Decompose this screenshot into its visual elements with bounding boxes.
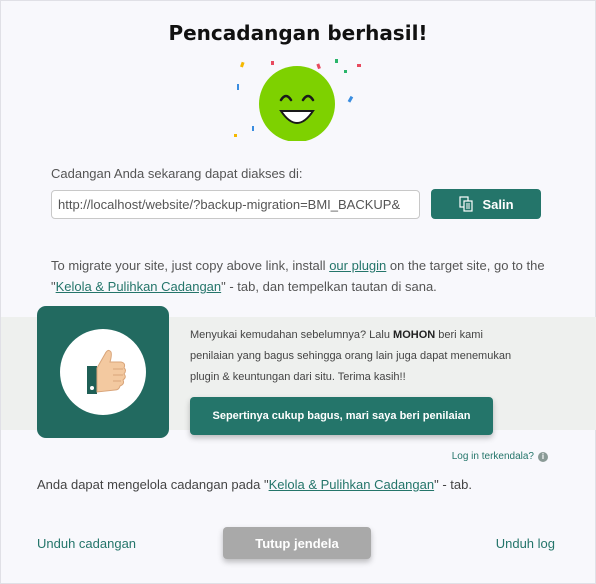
migrate-text-1: To migrate your site, just copy above li… [51,258,330,273]
backup-url-field[interactable]: http://localhost/website/?backup-migrati… [51,190,420,219]
backup-access-label: Cadangan Anda sekarang dapat diakses di: [51,166,303,181]
backup-success-dialog: Pencadangan berhasil! Cadangan Anda seka… [0,0,596,584]
confetti-piece [234,134,237,137]
confetti-piece [335,59,338,63]
rating-text-pre: Menyukai kemudahan sebelumnya? Lalu [190,329,394,341]
rating-text-bold: MOHON [393,329,436,341]
confetti-piece [347,95,354,103]
confetti-piece [240,61,245,68]
login-trouble-label: Log in terkendala? [451,451,534,462]
download-backup-link[interactable]: Unduh cadangan [37,536,136,551]
close-window-button[interactable]: Tutup jendela [223,527,371,559]
rate-plugin-button[interactable]: Sepertinya cukup bagus, mari saya beri p… [190,397,493,435]
confetti-piece [357,64,361,67]
copy-icon [459,196,474,212]
manage-backups-link[interactable]: Kelola & Pulihkan Cadangan [269,477,435,492]
info-icon: i [538,451,548,462]
download-log-link[interactable]: Unduh log [496,536,555,551]
thumbs-up-circle [60,329,146,415]
manage-text-pre: Anda dapat mengelola cadangan pada " [37,477,269,492]
manage-backups-text: Anda dapat mengelola cadangan pada "Kelo… [37,477,472,492]
confetti-piece [344,70,347,73]
confetti-piece [252,126,254,131]
login-trouble-link[interactable]: Log in terkendala? i [452,451,548,462]
thumbs-up-icon [87,349,126,394]
copy-button[interactable]: Salin [431,189,541,219]
confetti-piece [237,84,239,90]
manage-text-post: " - tab. [434,477,472,492]
manage-restore-link[interactable]: Kelola & Pulihkan Cadangan [56,279,222,294]
copy-button-label: Salin [482,196,514,212]
our-plugin-link[interactable]: our plugin [329,258,386,273]
confetti-piece [271,61,274,65]
thumbs-up-badge [37,306,169,438]
rating-message: Menyukai kemudahan sebelumnya? Lalu MOHO… [190,325,520,388]
dialog-title: Pencadangan berhasil! [168,21,428,45]
smiley-face-icon [234,59,361,141]
migrate-text-3: " - tab, dan tempelkan tautan di sana. [221,279,437,294]
migrate-instructions: To migrate your site, just copy above li… [51,255,551,297]
confetti-piece [316,63,321,70]
smiley-face [259,66,335,141]
